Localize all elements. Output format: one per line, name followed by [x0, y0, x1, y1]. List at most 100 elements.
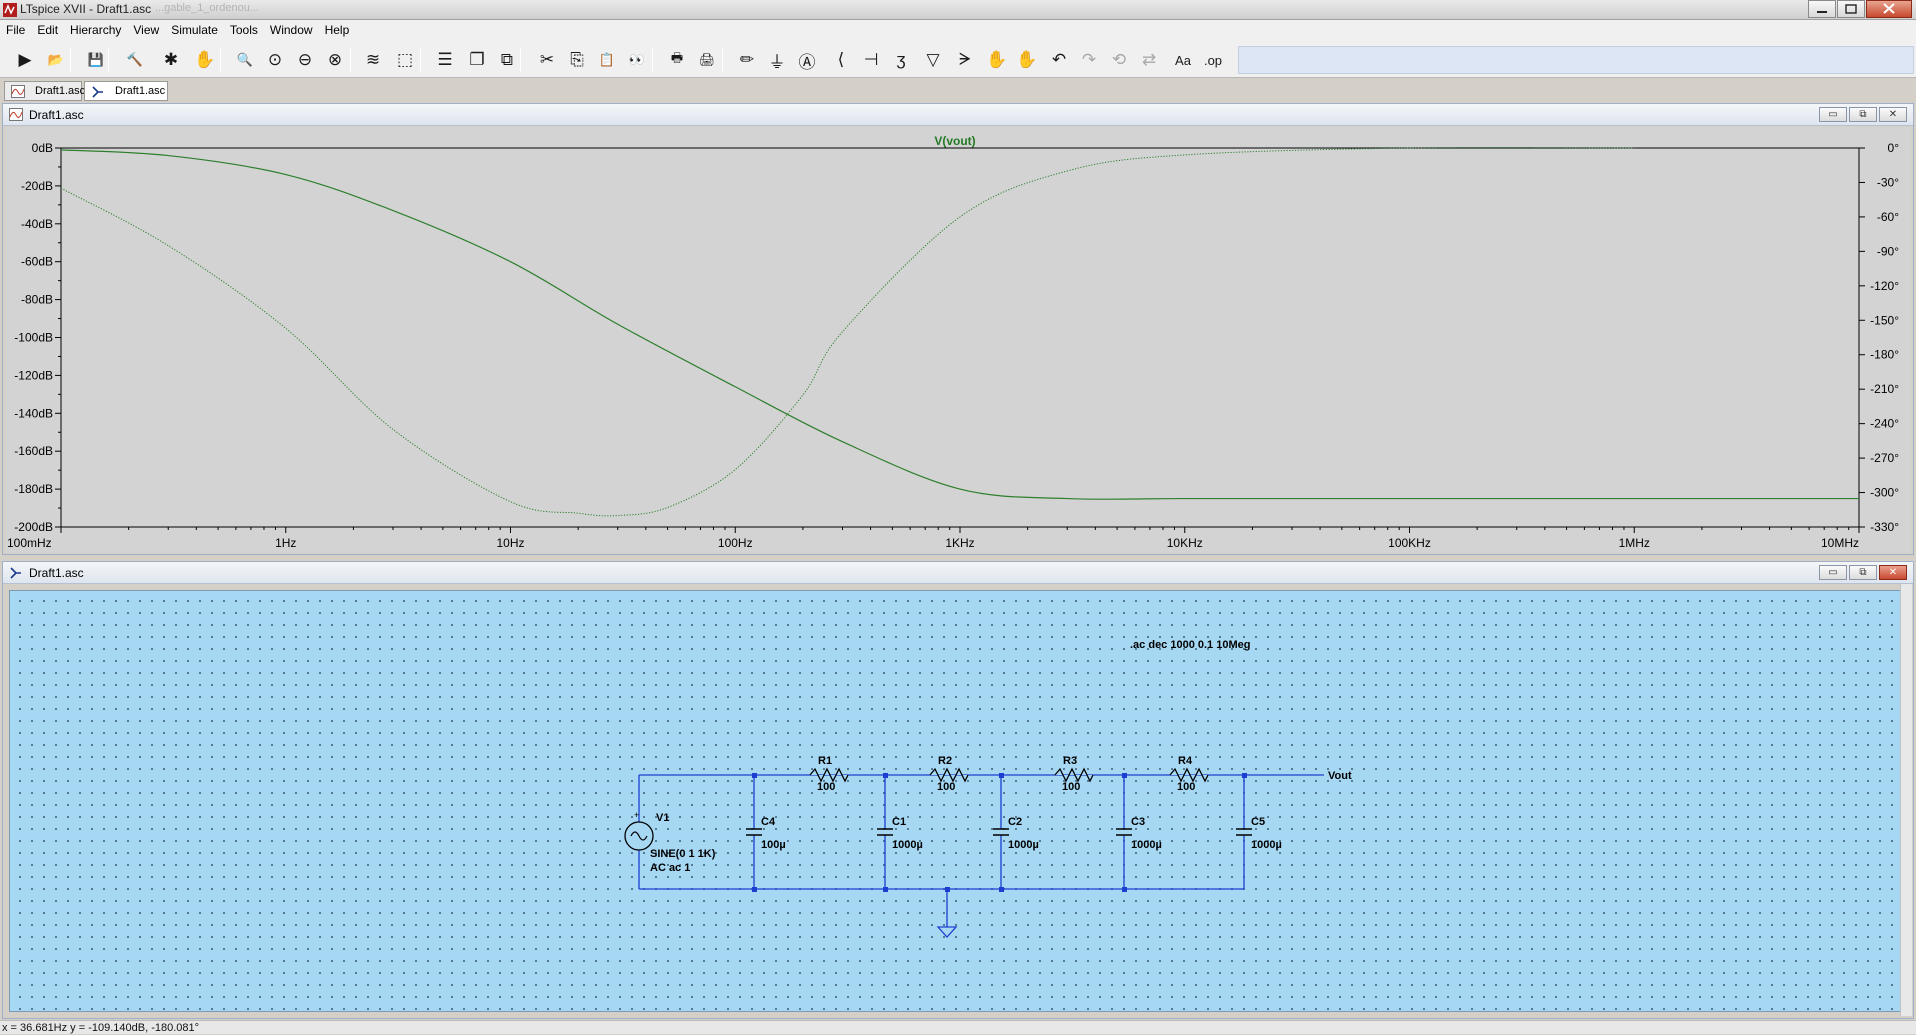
bode-plot[interactable]: 100mHz 1Hz 10Hz 100Hz 1KHz 10KHz 100KHz 1MHz 10M… — [5, 127, 1911, 553]
ground-symbol[interactable] — [936, 926, 958, 938]
magnitude-trace — [60, 149, 1859, 500]
find-button[interactable]: 👀 — [624, 47, 650, 73]
y-left-tick-label: -20dB — [21, 179, 53, 193]
spice-directive-button[interactable]: .op — [1200, 47, 1226, 73]
schematic-close-button[interactable]: ✕ — [1879, 565, 1907, 580]
schematic-minimize-button[interactable]: ▭ — [1819, 565, 1847, 580]
capacitor-c1 — [877, 828, 893, 836]
autorange-button[interactable]: ≋ — [360, 47, 386, 73]
ground-button[interactable]: ⏚ — [764, 47, 790, 73]
resistor-name: R4 — [1178, 755, 1193, 767]
net-label-vout[interactable]: Vout — [1328, 770, 1352, 782]
zoom-cancel-button[interactable]: ⊗ — [322, 47, 348, 73]
toolbar-separator — [70, 48, 71, 72]
capacitor-value: 1000µ — [892, 839, 923, 851]
tile-horizontal-button[interactable]: ☰ — [432, 47, 458, 73]
undo-button[interactable]: ↶ — [1046, 47, 1072, 73]
restore-icon — [1845, 4, 1857, 14]
pan-icon: ✋ — [194, 50, 216, 69]
zoom-full-icon: ⊙ — [267, 50, 283, 69]
resistor-name: R3 — [1063, 755, 1077, 767]
wires — [638, 774, 1324, 927]
autorange-icon: ≋ — [365, 50, 381, 69]
menu-help[interactable]: Help — [319, 23, 356, 37]
minimize-icon: ▭ — [1828, 109, 1838, 120]
restore-icon: ⧉ — [1859, 109, 1867, 120]
menu-hierarchy[interactable]: Hierarchy — [64, 23, 127, 37]
capacitor-c3 — [1116, 828, 1132, 836]
capacitor-button[interactable]: ⊣ — [858, 47, 884, 73]
toolbar-separator — [722, 48, 723, 72]
zoom-out-button[interactable]: ⊖ — [292, 47, 318, 73]
source-value: SINE(0 1 1K) — [650, 848, 716, 860]
halt-button[interactable]: ✱ — [158, 47, 184, 73]
menu-file[interactable]: File — [0, 23, 31, 37]
draw-wire-button[interactable]: ✏ — [734, 47, 760, 73]
plot-area[interactable]: 100mHz 1Hz 10Hz 100Hz 1KHz 10KHz 100KHz 1MHz 10M… — [5, 127, 1911, 553]
menu-simulate[interactable]: Simulate — [165, 23, 224, 37]
inductor-button[interactable]: ʒ — [888, 47, 914, 73]
schematic-restore-button[interactable]: ⧉ — [1849, 565, 1877, 580]
close-button[interactable] — [1866, 0, 1912, 18]
vertical-scrollbar[interactable] — [1900, 584, 1912, 1016]
menu-edit[interactable]: Edit — [31, 23, 64, 37]
control-panel-button[interactable]: 🔨 — [122, 47, 148, 73]
y-right-tick-label: -120° — [1870, 279, 1899, 293]
source-name: V1 — [656, 812, 669, 824]
resistor-name: R2 — [938, 755, 952, 767]
toolbar-separator — [652, 48, 653, 72]
menu-view[interactable]: View — [127, 23, 165, 37]
cursor-readout: x = 36.681Hz y = -109.140dB, -180.081° — [2, 1022, 200, 1034]
ac-directive[interactable]: .ac dec 1000 0.1 10Meg — [1130, 639, 1250, 651]
tab-schematic[interactable]: Draft1.asc — [84, 81, 168, 101]
waveform-restore-button[interactable]: ⧉ — [1849, 107, 1877, 122]
mirror-button[interactable]: ⇄ — [1136, 47, 1162, 73]
y-right-tick-label: -180° — [1870, 348, 1899, 362]
schematic-canvas[interactable]: + .ac dec 1000 0.1 10Meg Vout V1 SINE(0 … — [9, 590, 1901, 1012]
resistor-button[interactable]: ⟨ — [828, 47, 854, 73]
resistor-icon: ⟨ — [837, 50, 845, 69]
cut-button[interactable]: ✂ — [534, 47, 560, 73]
paste-button[interactable]: 📋 — [594, 47, 620, 73]
menu-tools[interactable]: Tools — [224, 23, 264, 37]
open-folder-button[interactable]: 📂 — [43, 47, 69, 73]
zoom-in-button[interactable]: 🔍 — [232, 47, 258, 73]
zoom-full-button[interactable]: ⊙ — [262, 47, 288, 73]
run-button[interactable]: ▶ — [12, 47, 38, 73]
pan-button[interactable]: ✋ — [192, 47, 218, 73]
print-preview-button[interactable]: 🖶 — [664, 47, 690, 73]
resistor-r3 — [1054, 767, 1094, 783]
save-button[interactable]: 💾 — [83, 47, 109, 73]
inductor-icon: ʒ — [896, 50, 906, 69]
y-right-tick-label: -240° — [1870, 417, 1899, 431]
x-tick-label: 10Hz — [496, 536, 524, 550]
copy-button[interactable]: ⎘ — [564, 47, 590, 73]
y-left-tick-label: -80dB — [21, 293, 53, 307]
text-button[interactable]: Aa — [1170, 47, 1196, 73]
tab-waveform[interactable]: Draft1.asc — [4, 81, 85, 101]
capacitor-symbols[interactable] — [746, 828, 1252, 836]
component-button[interactable]: ᗒ — [952, 47, 978, 73]
x-tick-label: 10MHz — [1821, 536, 1859, 550]
tile-vertical-button[interactable]: ⧉ — [494, 47, 520, 73]
minimize-icon: ▭ — [1828, 567, 1838, 578]
print-button[interactable]: 🖨 — [694, 47, 720, 73]
drag-button[interactable]: ✋ — [1014, 47, 1040, 73]
move-button[interactable]: ✋ — [984, 47, 1010, 73]
redo-button[interactable]: ↷ — [1076, 47, 1102, 73]
diode-button[interactable]: ▽ — [920, 47, 946, 73]
y-right-tick-label: -150° — [1870, 313, 1899, 327]
label-net-button[interactable]: Ⓐ — [794, 47, 820, 73]
mark-unreferenced-button[interactable]: ⬚ — [392, 47, 418, 73]
maximize-button[interactable] — [1837, 0, 1865, 18]
ltspice-app-icon — [3, 3, 17, 17]
rotate-button[interactable]: ⟲ — [1106, 47, 1132, 73]
minimize-button[interactable] — [1808, 0, 1836, 18]
voltage-source-v1[interactable]: + — [624, 810, 654, 851]
waveform-minimize-button[interactable]: ▭ — [1819, 107, 1847, 122]
menu-window[interactable]: Window — [264, 23, 319, 37]
schematic-drawing[interactable]: + .ac dec 1000 0.1 10Meg Vout V1 SINE(0 … — [10, 591, 1900, 1011]
waveform-close-button[interactable]: ✕ — [1879, 107, 1907, 122]
toolbar-separator — [420, 48, 421, 72]
cascade-button[interactable]: ❐ — [464, 47, 490, 73]
